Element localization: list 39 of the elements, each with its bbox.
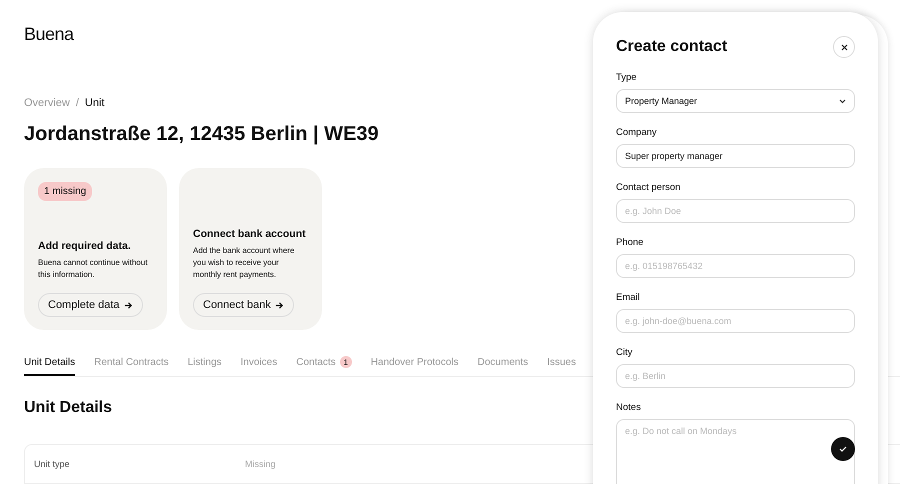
check-icon bbox=[839, 446, 847, 452]
missing-badge: 1 missing bbox=[38, 182, 92, 201]
card-text: Buena cannot continue without this information. bbox=[38, 257, 148, 281]
count-badge: 1 bbox=[340, 356, 352, 368]
input-field[interactable]: e.g. John Doe bbox=[616, 199, 855, 223]
input-field[interactable]: e.g. Berlin bbox=[616, 364, 855, 388]
page-title: Jordanstraße 12, 12435 Berlin | WE39 bbox=[24, 123, 379, 146]
logo[interactable]: Buena bbox=[24, 24, 74, 45]
card-text: Add the bank account where you wish to receive your monthly rent payments. bbox=[193, 245, 296, 281]
close-icon bbox=[840, 44, 848, 50]
select-value: Property Manager bbox=[625, 96, 698, 106]
table-cell-text: Unit type bbox=[33, 459, 71, 470]
field-label: Phone bbox=[616, 237, 644, 248]
arrow-icon bbox=[124, 300, 133, 310]
breadcrumb-link[interactable]: Unit bbox=[84, 97, 104, 109]
chevron-icon bbox=[839, 98, 846, 104]
tab[interactable]: Unit Details bbox=[24, 350, 76, 376]
card-heading: Connect bank account bbox=[193, 228, 307, 240]
input-field[interactable]: Super property manager bbox=[616, 144, 855, 168]
notes-field[interactable]: e.g. Do not call on Mondays bbox=[616, 419, 855, 484]
type-select[interactable]: Property Manager bbox=[616, 89, 855, 113]
input-field[interactable]: e.g. 015198765432 bbox=[616, 254, 855, 278]
arrow-icon bbox=[274, 300, 284, 310]
field-label: Email bbox=[616, 292, 640, 303]
field-label: Contact person bbox=[616, 182, 680, 193]
input-field[interactable]: e.g. john-doe@buena.com bbox=[616, 309, 855, 333]
field-label: Notes bbox=[616, 402, 641, 413]
close-button[interactable] bbox=[833, 36, 855, 58]
breadcrumb-separator: / bbox=[76, 97, 79, 109]
tab[interactable]: Contacts 1 bbox=[296, 350, 352, 376]
field-label: Company bbox=[616, 127, 657, 138]
panel-title: Create contact bbox=[616, 38, 728, 56]
card-heading: Add required data. bbox=[38, 240, 132, 252]
card-button[interactable]: Complete data bbox=[38, 293, 143, 317]
table-cell: Missing bbox=[245, 459, 276, 470]
section-title: Unit Details bbox=[24, 399, 112, 417]
field-label: Type bbox=[616, 72, 637, 83]
field-label: City bbox=[616, 347, 632, 358]
card-button[interactable]: Connect bank bbox=[193, 293, 294, 317]
